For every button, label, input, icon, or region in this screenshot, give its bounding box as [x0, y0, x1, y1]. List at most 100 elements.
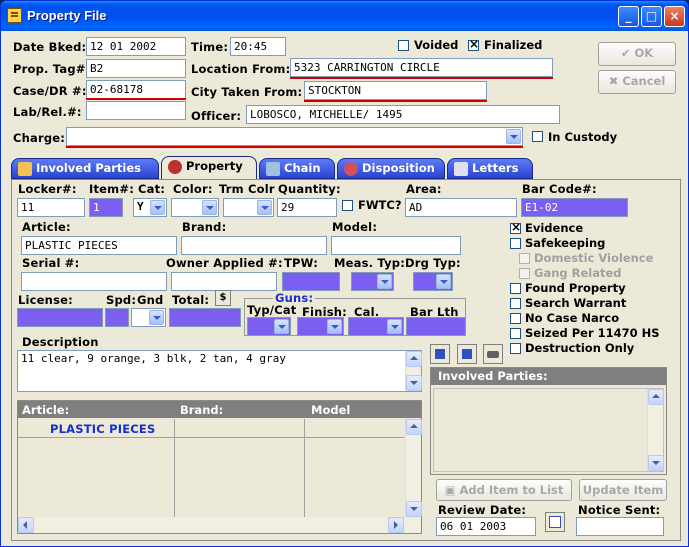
model-field[interactable] [331, 236, 461, 255]
flag-seized-checkbox[interactable] [510, 328, 521, 339]
scroll-right-icon[interactable] [388, 517, 404, 533]
tpw-field[interactable] [282, 272, 340, 291]
tab-letters[interactable]: Letters [447, 158, 533, 179]
description-scrollbar[interactable] [405, 351, 422, 391]
case-dr-field[interactable]: 02-68178 [86, 80, 186, 99]
chevron-down-icon[interactable] [274, 319, 289, 334]
quantity-label: Quantity: [278, 182, 341, 196]
chevron-down-icon[interactable] [202, 200, 217, 215]
scroll-up-icon[interactable] [406, 419, 422, 435]
flag-search-warrant-checkbox[interactable] [510, 298, 521, 309]
speed-field[interactable] [105, 308, 129, 327]
cat-dropdown[interactable]: Y [133, 198, 167, 217]
brand-field[interactable] [181, 236, 327, 255]
review-date-field[interactable]: 06 01 2003 [436, 517, 536, 536]
flag-evidence-checkbox[interactable] [510, 220, 521, 234]
close-icon[interactable]: × [664, 6, 685, 27]
city-taken-field[interactable]: STOCKTON [304, 81, 487, 100]
fwtc-checkbox[interactable] [342, 200, 353, 211]
scroll-down-icon[interactable] [406, 375, 422, 391]
color-dropdown[interactable] [171, 198, 219, 217]
flag-destruction-only-checkbox[interactable] [510, 343, 521, 354]
gun-type-dropdown[interactable] [247, 317, 291, 336]
area-field[interactable]: AD [405, 198, 517, 217]
lab-rel-field[interactable] [86, 101, 186, 120]
chevron-down-icon[interactable] [150, 200, 165, 215]
notice-sent-field[interactable] [576, 517, 664, 536]
owner-applied-field[interactable] [171, 272, 277, 291]
barrel-length-field[interactable] [406, 317, 466, 336]
items-grid[interactable]: Article: Brand: Model PLASTIC PIECES [17, 400, 422, 534]
add-item-to-list-button[interactable]: ▣ Add Item to List [436, 479, 572, 501]
grid-col-model[interactable]: Model [311, 403, 350, 417]
prop-tag-field[interactable]: B2 [86, 59, 186, 78]
flag-domestic-violence-checkbox[interactable] [519, 253, 530, 264]
grid-vertical-scrollbar[interactable] [405, 419, 422, 517]
caliber-dropdown[interactable] [348, 317, 404, 336]
flag-no-case-narco-checkbox[interactable] [510, 313, 521, 324]
bar-code-field[interactable]: E1-02 [521, 198, 628, 217]
dollar-icon[interactable]: $ [215, 290, 231, 306]
city-required-underline [304, 100, 487, 102]
involved-parties-list[interactable] [433, 388, 664, 472]
cancel-button[interactable]: ✖ Cancel [598, 70, 676, 94]
meas-typ-dropdown[interactable] [351, 272, 394, 291]
finish-dropdown[interactable] [297, 317, 344, 336]
voided-label: Voided [414, 38, 459, 52]
disposition-icon [344, 162, 358, 176]
quantity-field[interactable]: 29 [277, 198, 337, 217]
remove-party-icon[interactable] [457, 344, 477, 364]
chevron-down-icon[interactable] [387, 319, 402, 334]
add-party-icon[interactable] [430, 344, 450, 364]
finalized-checkbox[interactable] [468, 37, 479, 51]
drg-typ-dropdown[interactable] [413, 272, 453, 291]
total-field[interactable] [169, 308, 241, 327]
date-booked-field[interactable]: 12 01 2002 [86, 37, 186, 56]
description-textarea[interactable]: 11 clear, 9 orange, 3 blk, 2 tan, 4 gray [17, 350, 422, 392]
flag-found-property-checkbox[interactable] [510, 283, 521, 294]
title-bar[interactable]: Property File _ □ × [1, 1, 688, 31]
license-field[interactable] [17, 308, 103, 327]
scroll-left-icon[interactable] [18, 517, 34, 533]
flag-evidence-label: Evidence [525, 221, 584, 235]
article-field[interactable]: PLASTIC PIECES [21, 236, 177, 255]
calendar-icon[interactable] [545, 512, 565, 532]
chevron-down-icon[interactable] [149, 310, 164, 325]
flag-gang-related-checkbox[interactable] [519, 268, 530, 279]
chevron-down-icon[interactable] [327, 319, 342, 334]
time-field[interactable]: 20:45 [230, 37, 286, 56]
trim-color-dropdown[interactable] [223, 198, 274, 217]
locker-field[interactable]: 11 [17, 198, 85, 217]
ok-button[interactable]: ✔ OK [598, 42, 676, 66]
scroll-down-icon[interactable] [648, 455, 664, 471]
location-from-field[interactable]: 5323 CARRINGTON CIRCLE [290, 58, 553, 77]
chevron-down-icon[interactable] [506, 129, 521, 144]
minimize-icon[interactable]: _ [618, 6, 639, 27]
scroll-down-icon[interactable] [406, 501, 422, 517]
voided-checkbox[interactable] [398, 40, 409, 51]
tab-property[interactable]: Property [161, 156, 257, 180]
chevron-down-icon[interactable] [377, 274, 392, 289]
table-row[interactable]: PLASTIC PIECES [50, 422, 155, 436]
officer-field[interactable]: LOBOSCO, MICHELLE/ 1495 [246, 105, 560, 124]
charge-dropdown[interactable] [66, 127, 523, 146]
grid-col-brand[interactable]: Brand: [180, 403, 223, 417]
update-item-button[interactable]: Update Item [579, 479, 667, 501]
printer-icon[interactable] [483, 344, 503, 364]
in-custody-checkbox[interactable] [532, 131, 543, 142]
flag-safekeeping-checkbox[interactable] [510, 238, 521, 249]
item-number-field[interactable]: 1 [89, 198, 123, 217]
grid-horizontal-scrollbar[interactable] [18, 517, 421, 533]
scroll-up-icon[interactable] [648, 389, 664, 405]
gender-dropdown[interactable] [131, 308, 166, 327]
maximize-icon[interactable]: □ [641, 6, 662, 27]
scroll-up-icon[interactable] [406, 351, 422, 367]
tab-involved-parties[interactable]: Involved Parties [11, 158, 159, 179]
tab-disposition[interactable]: Disposition [337, 158, 445, 179]
serial-field[interactable] [21, 272, 167, 291]
grid-col-article[interactable]: Article: [22, 403, 69, 417]
chevron-down-icon[interactable] [257, 200, 272, 215]
parties-scrollbar[interactable] [647, 389, 664, 471]
chevron-down-icon[interactable] [436, 274, 451, 289]
tab-chain[interactable]: Chain [259, 158, 335, 179]
